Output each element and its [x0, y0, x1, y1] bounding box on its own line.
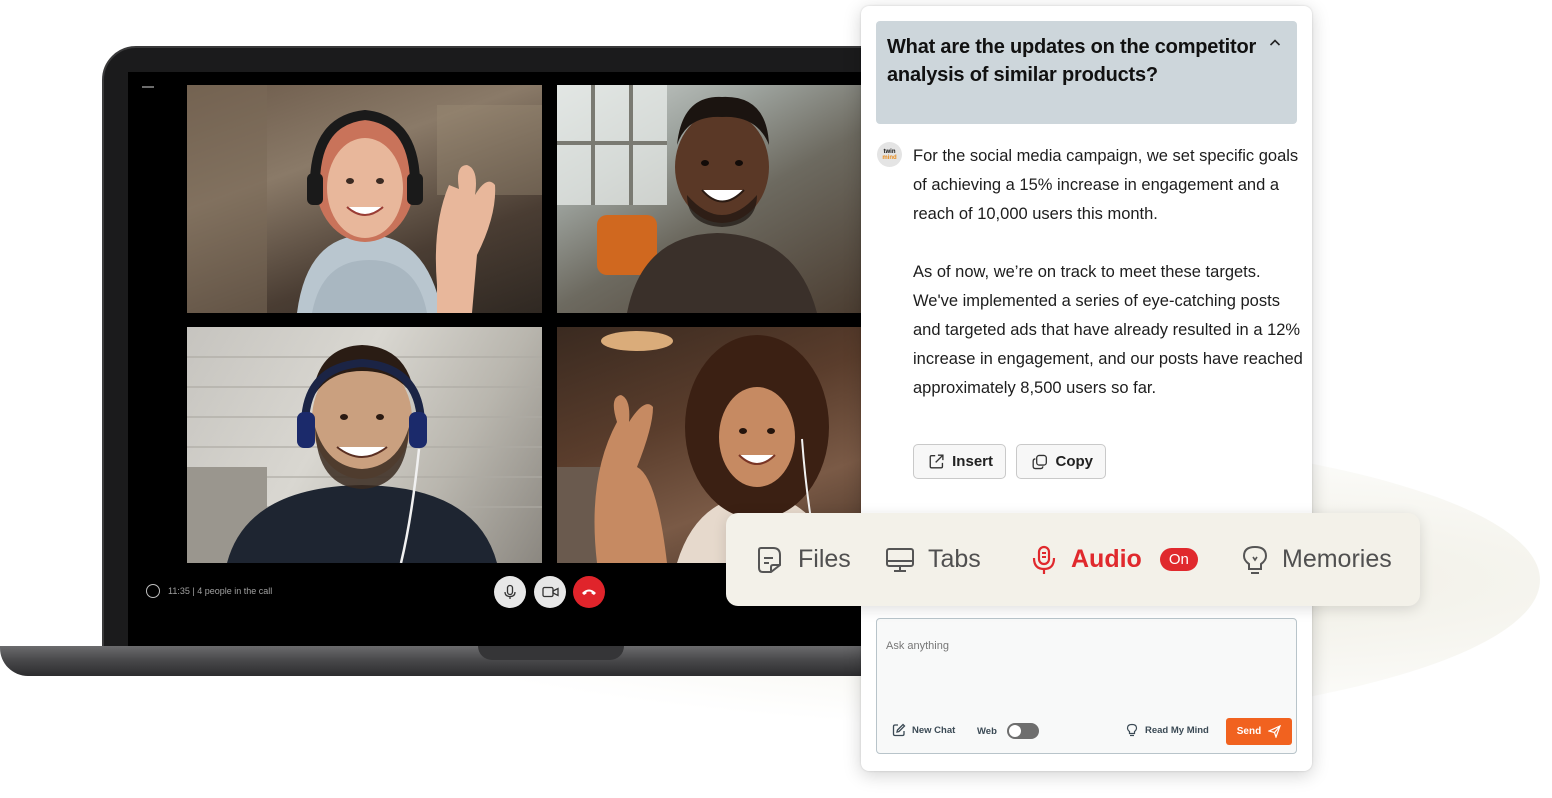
send-button[interactable]: Send	[1226, 718, 1292, 745]
video-tile-participant-1[interactable]	[187, 85, 542, 313]
new-chat-button[interactable]: New Chat	[892, 723, 955, 737]
microphone-icon	[1032, 545, 1056, 574]
memories-tool[interactable]: Memories	[1240, 513, 1392, 606]
video-tile-participant-2[interactable]	[557, 85, 862, 313]
assistant-avatar: twin mind	[877, 142, 902, 167]
window-minimize-mark	[142, 86, 154, 88]
toggle-camera-button[interactable]	[534, 576, 566, 608]
web-toggle-group: Web	[977, 723, 1039, 739]
answer-paragraph: For the social media campaign, we set sp…	[913, 147, 1299, 223]
insert-button[interactable]: Insert	[913, 444, 1006, 479]
web-label: Web	[977, 725, 997, 737]
edit-icon	[892, 723, 906, 737]
audio-tool[interactable]: Audio On	[1029, 513, 1198, 606]
files-tool[interactable]: Files	[754, 513, 851, 606]
video-tile-participant-3[interactable]	[187, 327, 542, 563]
assistant-answer: For the social media campaign, we set sp…	[913, 142, 1303, 403]
laptop-base	[0, 646, 900, 676]
mute-microphone-button[interactable]	[494, 576, 526, 608]
tabs-tool[interactable]: Tabs	[884, 513, 981, 606]
file-icon	[758, 546, 781, 573]
memories-label: Memories	[1282, 545, 1392, 573]
read-my-mind-button[interactable]: Read My Mind	[1125, 723, 1209, 737]
paper-plane-icon	[1268, 725, 1282, 738]
web-toggle[interactable]	[1006, 723, 1039, 739]
tabs-label: Tabs	[928, 545, 981, 573]
external-link-icon	[929, 454, 944, 469]
laptop-notch	[478, 646, 624, 660]
copy-label: Copy	[1055, 453, 1094, 470]
chevron-up-icon[interactable]	[1267, 35, 1283, 51]
audio-status-badge: On	[1159, 548, 1198, 571]
call-status: 11:35 | 4 people in the call	[146, 584, 272, 598]
chat-input-area: New Chat Web Read My Mind Send	[876, 618, 1297, 754]
participant-2-image	[557, 85, 817, 313]
mic-icon	[504, 584, 516, 599]
monitor-icon	[886, 547, 914, 572]
chat-bubble-icon[interactable]	[146, 584, 160, 598]
answer-paragraph: As of now, we’re on track to meet these …	[913, 263, 1303, 397]
toggle-knob	[1008, 725, 1021, 737]
send-label: Send	[1236, 726, 1262, 737]
read-my-mind-label: Read My Mind	[1145, 724, 1209, 736]
lightbulb-icon	[1242, 545, 1268, 574]
context-tools-bar: Files Tabs Audio On Memories	[726, 513, 1420, 606]
files-label: Files	[798, 545, 851, 573]
call-status-text: 11:35 | 4 people in the call	[168, 586, 273, 596]
end-call-button[interactable]	[573, 576, 605, 608]
lightbulb-icon	[1126, 723, 1138, 737]
new-chat-label: New Chat	[912, 724, 956, 736]
audio-label: Audio	[1071, 545, 1142, 573]
assistant-panel: What are the updates on the competitor a…	[861, 6, 1312, 771]
participant-3-image	[187, 345, 542, 563]
insert-label: Insert	[952, 453, 993, 470]
ask-input[interactable]	[886, 635, 1286, 657]
participant-1-image	[187, 85, 542, 313]
question-text: What are the updates on the competitor a…	[887, 36, 1257, 86]
question-header[interactable]: What are the updates on the competitor a…	[876, 21, 1297, 124]
copy-icon	[1032, 454, 1047, 469]
end-call-icon	[582, 589, 596, 595]
camera-icon	[541, 586, 559, 598]
copy-button[interactable]: Copy	[1016, 444, 1106, 479]
